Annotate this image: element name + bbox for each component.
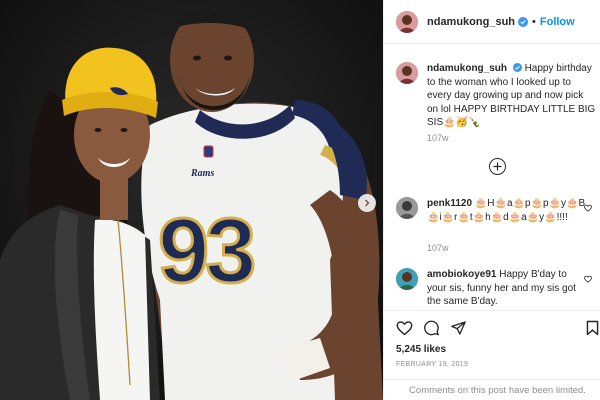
likes-count[interactable]: 5,245 likes [396,344,446,355]
follow-button[interactable]: Follow [540,16,575,28]
header-separator: • [532,15,536,28]
caption: ndamukong_suh Happy birthday to the woma… [396,62,596,130]
caption-text-block: ndamukong_suh Happy birthday to the woma… [427,62,596,130]
header-username[interactable]: ndamukong_suh [427,16,515,28]
post-actions: 5,245 likes FEBRUARY 19, 2019 Comments o… [384,310,600,400]
caption-time[interactable]: 107w [427,133,449,143]
jersey-number: 93 [158,200,253,302]
comment-icon[interactable] [423,320,440,336]
comment-avatar[interactable] [396,197,418,219]
comment-item: penk1120 🎂H🎂a🎂p🎂p🎂y🎂B🎂i🎂r🎂t🎂h🎂d🎂a🎂y🎂!!!! [396,197,596,224]
avatar-image [396,10,418,33]
comment-text-block: penk1120 🎂H🎂a🎂p🎂p🎂y🎂B🎂i🎂r🎂t🎂h🎂d🎂a🎂y🎂!!!! [427,197,587,224]
avatar-image [396,268,418,290]
next-photo-button[interactable] [358,194,376,212]
comment-item: amobiokoye91 Happy B'day to your sis, fu… [396,268,596,309]
comment-like-heart-icon[interactable] [584,204,592,212]
comment-text-block: amobiokoye91 Happy B'day to your sis, fu… [427,268,587,309]
post-header: ndamukong_suh • Follow [384,0,600,44]
comment-avatar[interactable] [396,268,418,290]
caption-avatar[interactable] [396,62,418,84]
load-more-comments-button[interactable] [489,158,506,175]
verified-badge-icon [518,16,529,27]
verified-badge-icon [512,63,522,72]
jersey-brand: Rams [190,168,214,179]
comment-username[interactable]: amobiokoye91 [427,269,496,280]
bookmark-icon[interactable] [586,320,599,336]
photo-illustration: Rams 93 [0,0,383,400]
comment-like-heart-icon[interactable] [584,275,592,283]
share-icon[interactable] [450,320,467,336]
heart-icon[interactable] [396,320,413,336]
avatar[interactable] [396,10,418,33]
comment-time[interactable]: 107w [427,243,449,253]
post-side-panel: ndamukong_suh • Follow ndamukong_suh Hap… [383,0,600,400]
action-icons [396,320,467,336]
avatar-image [396,62,418,84]
post-date[interactable]: FEBRUARY 19, 2019 [396,361,468,368]
post-photo[interactable]: Rams 93 [0,0,383,400]
caption-username[interactable]: ndamukong_suh [427,63,507,74]
comments-limited-notice: Comments on this post have been limited. [384,379,600,400]
plus-circle-icon [493,162,502,171]
avatar-image [396,197,418,219]
chevron-right-icon [365,199,370,207]
comment-username[interactable]: penk1120 [427,198,472,209]
